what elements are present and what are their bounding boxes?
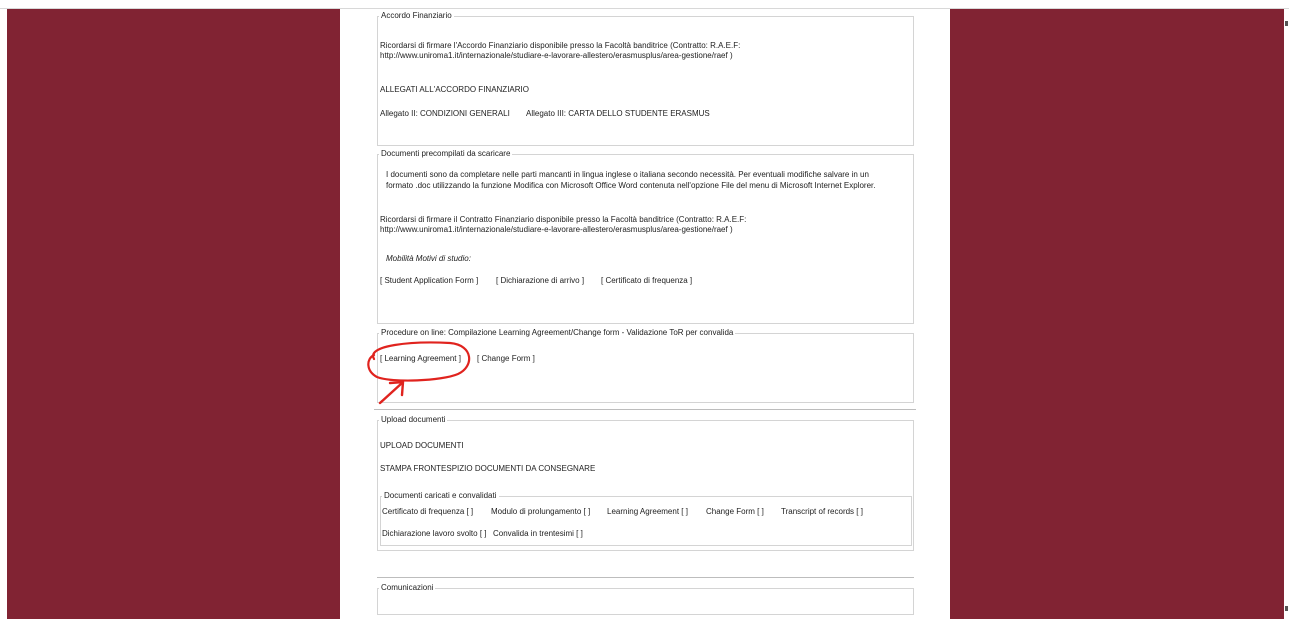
scrollbar[interactable] <box>1284 9 1289 619</box>
allegato-3-link[interactable]: Allegato III: CARTA DELLO STUDENTE ERASM… <box>526 108 710 119</box>
scroll-down-arrow[interactable] <box>1285 606 1288 611</box>
student-application-form-link[interactable]: [ Student Application Form ] <box>380 275 478 286</box>
divider <box>374 409 916 410</box>
dichiarazione-arrivo-link[interactable]: [ Dichiarazione di arrivo ] <box>496 275 584 286</box>
change-form-link[interactable]: [ Change Form ] <box>477 353 535 364</box>
top-bar <box>0 0 1289 9</box>
divider <box>377 577 914 578</box>
stampa-frontespizio-link[interactable]: STAMPA FRONTESPIZIO DOCUMENTI DA CONSEGN… <box>380 463 595 474</box>
scroll-up-arrow[interactable] <box>1285 21 1288 26</box>
allegato-2-link[interactable]: Allegato II: CONDIZIONI GENERALI <box>380 108 510 119</box>
convalida-trentesimi-status: Convalida in trentesimi [ ] <box>493 529 583 538</box>
left-margin-panel <box>7 9 340 619</box>
right-margin-panel <box>950 9 1284 619</box>
certificato-frequenza-status: Certificato di frequenza [ ] <box>382 507 474 516</box>
upload-legend: Upload documenti <box>381 415 446 424</box>
documenti-info-line2: formato .doc utilizzando la funzione Mod… <box>386 181 876 190</box>
learning-agreement-status: Learning Agreement [ ] <box>607 507 688 516</box>
caricati-legend: Documenti caricati e convalidati <box>384 491 497 500</box>
allegati-title: ALLEGATI ALL'ACCORDO FINANZIARIO <box>380 85 529 94</box>
change-form-status: Change Form [ ] <box>706 507 764 516</box>
main-content: Accordo Finanziario Ricordarsi di firmar… <box>340 9 950 619</box>
mobilita-label: Mobilità Motivi di studio: <box>386 254 471 263</box>
accordo-text-line2: http://www.uniroma1.it/internazionale/st… <box>380 51 733 60</box>
modulo-prolungamento-status: Modulo di prolungamento [ ] <box>491 507 591 516</box>
annotation-circle-arrow-icon <box>367 341 471 405</box>
transcript-records-status: Transcript of records [ ] <box>781 507 863 516</box>
contratto-line2: http://www.uniroma1.it/internazionale/st… <box>380 225 733 234</box>
dichiarazione-lavoro-status: Dichiarazione lavoro svolto [ ] <box>382 529 487 538</box>
certificato-frequenza-link[interactable]: [ Certificato di frequenza ] <box>601 275 692 286</box>
documenti-info-line1: I documenti sono da completare nelle par… <box>386 170 869 179</box>
upload-documenti-link[interactable]: UPLOAD DOCUMENTI <box>380 440 464 451</box>
accordo-legend: Accordo Finanziario <box>381 11 452 20</box>
accordo-finanziario-section: Accordo Finanziario <box>377 11 914 146</box>
documenti-legend: Documenti precompilati da scaricare <box>381 149 511 158</box>
comunicazioni-section: Comunicazioni <box>377 583 914 615</box>
comunicazioni-legend: Comunicazioni <box>381 583 434 592</box>
